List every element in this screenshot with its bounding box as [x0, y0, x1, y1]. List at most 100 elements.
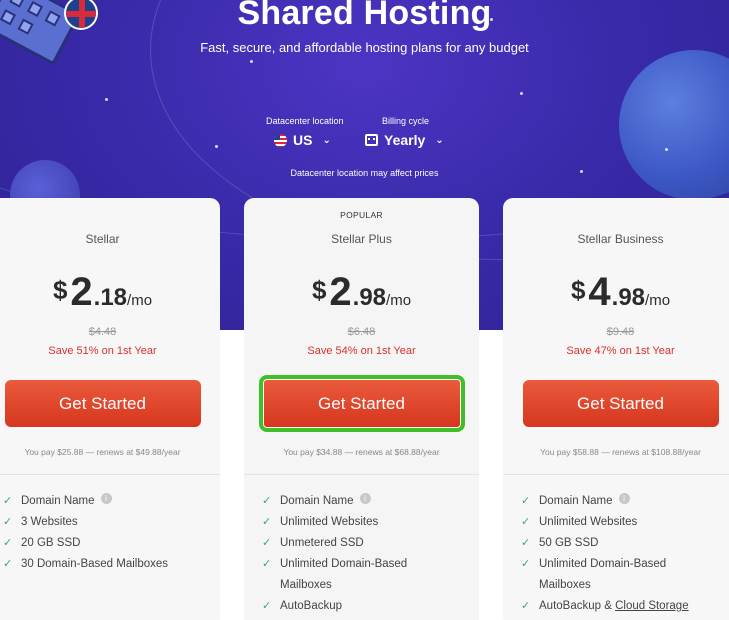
- page-subtitle: Fast, secure, and affordable hosting pla…: [200, 40, 529, 55]
- info-icon[interactable]: i: [618, 493, 630, 504]
- check-icon: ✓: [521, 600, 531, 612]
- get-started-button[interactable]: Get Started: [522, 380, 719, 427]
- check-icon: ✓: [521, 558, 531, 570]
- plan-card-stellar-plus: POPULAR Stellar Plus $ 2 .98 /mo $6.48 S…: [244, 198, 479, 620]
- plan-card-stellar-business: Stellar Business $ 4 .98 /mo $9.48 Save …: [503, 198, 729, 620]
- plan-name: Stellar: [85, 232, 120, 246]
- feature-text: Unlimited Websites: [539, 516, 638, 528]
- star: [105, 98, 108, 101]
- datacenter-location-value: US: [293, 132, 313, 148]
- price-currency: $: [570, 275, 586, 305]
- feature-text: 3 Websites: [21, 516, 78, 528]
- feature-item: ✓ Domain Name i: [262, 491, 471, 512]
- feature-item: ✓ 30 Domain-Based Mailboxes: [3, 554, 212, 575]
- check-icon: ✓: [262, 600, 272, 612]
- feature-item: ✓ AutoBackup & Cloud Storage: [521, 596, 729, 617]
- feature-text: 20 GB SSD: [21, 537, 81, 549]
- check-icon: ✓: [3, 537, 13, 549]
- billing-cycle-selector[interactable]: Billing cycle Yearly ⌄: [365, 116, 444, 148]
- feature-text: Unlimited Websites: [280, 516, 379, 528]
- check-icon: ✓: [3, 495, 13, 507]
- price-currency: $: [311, 275, 327, 305]
- check-icon: ✓: [3, 516, 13, 528]
- price-period: /mo: [127, 292, 153, 309]
- feature-text: 50 GB SSD: [539, 537, 599, 549]
- feature-text: Unlimited Domain-Based: [539, 558, 667, 570]
- price-decimal: .98: [352, 284, 387, 311]
- datacenter-location-caption: Datacenter location: [266, 116, 344, 126]
- get-started-button[interactable]: Get Started: [258, 375, 465, 432]
- feature-list: ✓ Domain Name i ✓ Unlimited Websites ✓ Unmet…: [262, 491, 471, 617]
- plan-price: $ 2 .18 /mo: [0, 270, 220, 315]
- old-price: $9.48: [606, 326, 635, 338]
- price-period: /mo: [645, 292, 671, 309]
- popular-tag: POPULAR: [340, 210, 383, 220]
- datacenter-location-dropdown[interactable]: US ⌄: [274, 132, 344, 148]
- check-icon: ✓: [3, 558, 13, 570]
- plan-price: $ 4 .98 /mo: [503, 270, 729, 315]
- plan-price: $ 2 .98 /mo: [244, 270, 479, 315]
- price-decimal: .98: [611, 284, 646, 311]
- divider: [503, 474, 729, 475]
- feature-item: ✓ Domain Name i: [521, 491, 729, 512]
- pay-note: You pay $25.88 — renews at $49.88/year: [24, 447, 181, 457]
- plan-card-stellar: Stellar $ 2 .18 /mo $4.48 Save 51% on 1s…: [0, 198, 220, 620]
- feature-text: AutoBackup &: [539, 600, 616, 612]
- feature-list: ✓ Domain Name i ✓ 3 Websites ✓ 20 GB SSD ✓ 30…: [3, 491, 212, 575]
- feature-item: ✓ Unmetered SSD: [262, 533, 471, 554]
- feature-text: Mailboxes: [539, 579, 591, 591]
- save-text: Save 54% on 1st Year: [307, 345, 416, 357]
- star: [665, 148, 668, 151]
- billing-cycle-dropdown[interactable]: Yearly ⌄: [365, 132, 444, 148]
- price-period: /mo: [386, 292, 412, 309]
- save-text: Save 47% on 1st Year: [566, 345, 675, 357]
- check-icon: ✓: [521, 537, 531, 549]
- save-text: Save 51% on 1st Year: [48, 345, 157, 357]
- old-price: $6.48: [347, 326, 376, 338]
- get-started-button[interactable]: Get Started: [4, 380, 201, 427]
- feature-text: AutoBackup: [280, 600, 343, 612]
- check-icon: ✓: [521, 516, 531, 528]
- us-flag-icon: [274, 133, 287, 147]
- feature-text: Domain Name: [280, 495, 354, 507]
- star: [215, 145, 218, 148]
- feature-list: ✓ Domain Name i ✓ Unlimited Websites ✓ 50 GB…: [521, 491, 729, 617]
- price-integer: 4: [588, 270, 611, 314]
- info-icon[interactable]: i: [359, 493, 371, 504]
- pay-note: You pay $34.88 — renews at $68.88/year: [283, 447, 440, 457]
- feature-item: ✓ Unlimited Websites: [521, 512, 729, 533]
- plan-name: Stellar Plus: [331, 232, 392, 246]
- billing-cycle-value: Yearly: [384, 132, 426, 148]
- page-title: Shared Hosting: [237, 0, 492, 32]
- chevron-down-icon: ⌄: [322, 134, 331, 146]
- price-integer: 2: [70, 270, 93, 314]
- star: [250, 60, 253, 63]
- feature-item: ✓ 20 GB SSD: [3, 533, 212, 554]
- info-icon[interactable]: i: [100, 493, 112, 504]
- feature-item: ✓ AutoBackup: [262, 596, 471, 617]
- price-decimal: .18: [93, 284, 128, 311]
- feature-item: ✓ 50 GB SSD: [521, 533, 729, 554]
- feature-text: Mailboxes: [280, 579, 332, 591]
- check-icon: ✓: [262, 516, 272, 528]
- billing-cycle-caption: Billing cycle: [382, 116, 430, 126]
- feature-item: Mailboxes: [262, 575, 471, 596]
- chevron-down-icon: ⌄: [435, 134, 444, 146]
- cloud-storage-link[interactable]: Cloud Storage: [615, 596, 689, 617]
- star: [520, 92, 523, 95]
- feature-item: ✓ Unlimited Domain-Based: [521, 554, 729, 575]
- datacenter-note: Datacenter location may affect prices: [290, 168, 439, 178]
- price-integer: 2: [329, 270, 352, 314]
- datacenter-location-selector[interactable]: Datacenter location US ⌄: [266, 116, 344, 148]
- check-icon: ✓: [262, 537, 272, 549]
- calendar-icon: [365, 134, 378, 146]
- plan-name: Stellar Business: [577, 232, 664, 246]
- feature-text: Unlimited Domain-Based: [280, 558, 408, 570]
- feature-item: ✓ Unlimited Websites: [262, 512, 471, 533]
- check-icon: ✓: [262, 558, 272, 570]
- feature-item: Mailboxes: [521, 575, 729, 596]
- price-currency: $: [52, 275, 68, 305]
- check-icon: ✓: [521, 495, 531, 507]
- feature-item: ✓ 3 Websites: [3, 512, 212, 533]
- old-price: $4.48: [88, 326, 117, 338]
